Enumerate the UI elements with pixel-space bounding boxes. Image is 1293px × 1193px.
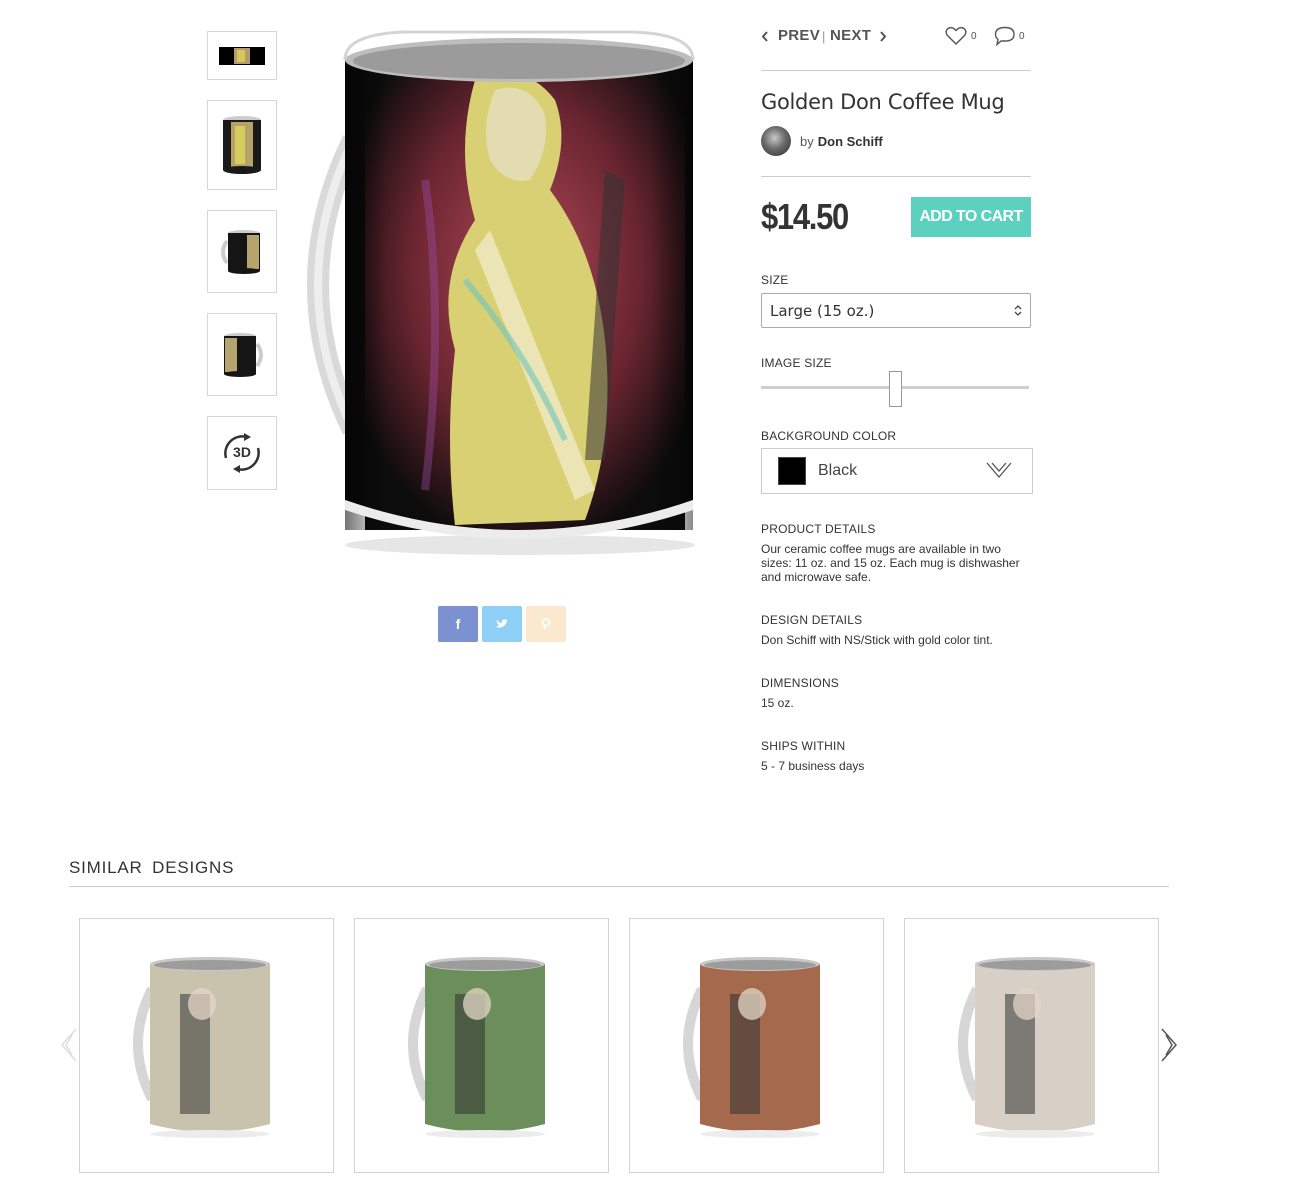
add-to-cart-button[interactable]: ADD TO CART [911, 197, 1031, 237]
thumbnail-3d-view[interactable]: 3D [207, 416, 277, 490]
main-product-image [307, 30, 695, 555]
dimensions-label: DIMENSIONS [761, 676, 840, 690]
divider [69, 886, 1169, 887]
image-size-slider-handle[interactable] [889, 371, 902, 407]
product-details-text: Our ceramic coffee mugs are available in… [761, 542, 1020, 584]
divider [761, 70, 1031, 71]
carousel-prev-icon[interactable] [60, 1028, 78, 1062]
mug-front-thumb-image [223, 116, 261, 174]
artist-byline[interactable]: by Don Schiff [761, 126, 883, 156]
facebook-share-button[interactable]: f [438, 606, 478, 642]
thumbnail-mug-left[interactable] [207, 313, 277, 396]
carousel-next-icon[interactable] [1160, 1028, 1178, 1062]
artist-name[interactable]: Don Schiff [818, 134, 883, 149]
nav-separator: | [822, 29, 826, 44]
thumbnail-mug-front[interactable] [207, 100, 277, 190]
heart-icon[interactable] [945, 26, 967, 46]
size-select[interactable]: Large (15 oz.) [761, 293, 1031, 328]
similar-design-card[interactable] [354, 918, 609, 1173]
next-chevron-icon[interactable] [879, 31, 887, 42]
select-arrows-icon [1014, 305, 1022, 316]
twitter-share-button[interactable] [482, 606, 522, 642]
ships-within-label: SHIPS WITHIN [761, 739, 846, 753]
thumbnail-artwork[interactable] [207, 31, 277, 80]
chevron-down-icon [986, 462, 1012, 478]
pinterest-icon [541, 618, 551, 630]
facebook-icon: f [455, 616, 461, 632]
mug-cellist-image [683, 957, 820, 1138]
comments-count: 0 [1019, 31, 1025, 42]
pinterest-share-button[interactable] [526, 606, 566, 642]
likes-count: 0 [971, 31, 977, 42]
by-label: by [800, 133, 814, 149]
prev-link[interactable]: PREV [778, 27, 820, 45]
similar-designs-heading: SIMILAR DESIGNS [69, 858, 235, 877]
twitter-icon [496, 619, 508, 628]
background-color-select[interactable]: Black [761, 448, 1033, 494]
rotate-3d-icon: 3D [224, 433, 260, 473]
background-color-value: Black [818, 462, 858, 479]
color-swatch [778, 457, 806, 485]
artwork-thumb-image [219, 46, 265, 65]
artist-avatar[interactable] [761, 126, 791, 156]
similar-design-card[interactable] [904, 918, 1159, 1173]
product-details-label: PRODUCT DETAILS [761, 522, 876, 536]
size-label: SIZE [761, 273, 789, 287]
mug-desert-landscape-image [408, 957, 545, 1138]
size-value: Large (15 oz.) [770, 301, 875, 320]
next-link[interactable]: NEXT [830, 27, 871, 45]
product-price: $14.50 [761, 196, 849, 237]
comment-icon[interactable] [994, 26, 1016, 46]
mug-right-thumb-image [221, 229, 260, 274]
image-size-label: IMAGE SIZE [761, 356, 832, 370]
design-details-label: DESIGN DETAILS [761, 613, 863, 627]
dimensions-text: 15 oz. [761, 696, 794, 710]
similar-design-card[interactable] [79, 918, 334, 1173]
similar-design-card[interactable] [629, 918, 884, 1173]
label-3d: 3D [233, 444, 251, 460]
background-color-label: BACKGROUND COLOR [761, 429, 897, 443]
prev-chevron-icon[interactable] [761, 31, 769, 42]
ships-within-text: 5 - 7 business days [761, 759, 865, 773]
mug-couple-portrait-image [958, 957, 1095, 1138]
mug-left-thumb-image [224, 332, 263, 377]
design-details-text: Don Schiff with NS/Stick with gold color… [761, 633, 993, 647]
mug-two-guitarists-image [133, 957, 270, 1138]
product-title: Golden Don Coffee Mug [761, 90, 1005, 114]
thumbnail-mug-right[interactable] [207, 210, 277, 293]
divider [761, 176, 1031, 177]
